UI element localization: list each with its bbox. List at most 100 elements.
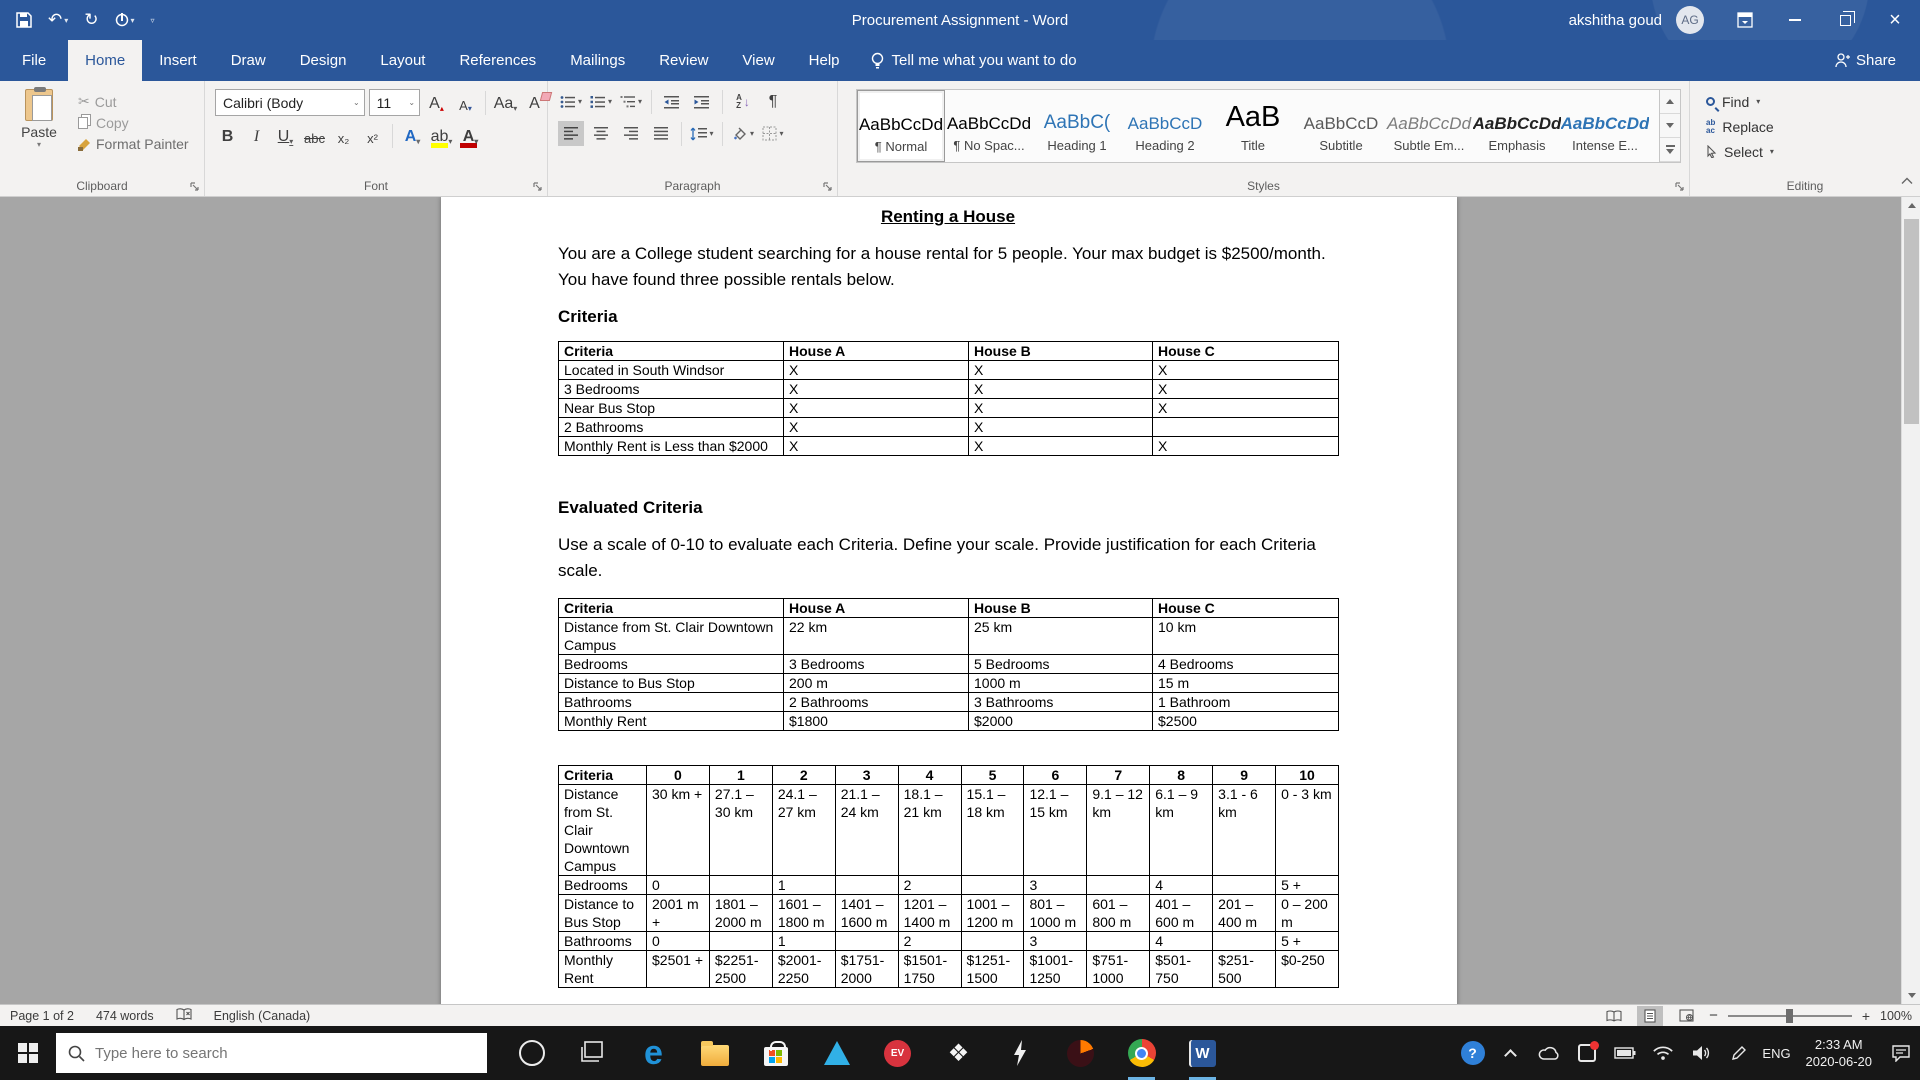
- align-center-button[interactable]: [588, 121, 614, 146]
- touch-mode-icon[interactable]: ▾: [115, 12, 135, 28]
- collapse-ribbon-icon[interactable]: [1901, 172, 1913, 190]
- start-button[interactable]: [0, 1026, 56, 1080]
- print-layout-icon[interactable]: [1637, 1005, 1664, 1026]
- paragraph-dialog-launcher-icon[interactable]: [823, 182, 833, 192]
- font-color-button[interactable]: A ▾: [458, 123, 483, 148]
- customize-qat-icon[interactable]: ▿: [151, 16, 155, 25]
- action-center-button[interactable]: [1882, 1026, 1920, 1080]
- zoom-in-button[interactable]: +: [1862, 1008, 1870, 1024]
- borders-button[interactable]: ▾: [760, 121, 786, 146]
- tab-help[interactable]: Help: [792, 40, 857, 81]
- style-normal[interactable]: AaBbCcDd ¶ Normal: [857, 90, 945, 162]
- scrollbar-thumb[interactable]: [1904, 219, 1919, 424]
- font-dialog-launcher-icon[interactable]: [533, 182, 543, 192]
- increase-indent-button[interactable]: [689, 89, 715, 114]
- volume-button[interactable]: [1682, 1026, 1720, 1080]
- notification-app-button[interactable]: [1568, 1026, 1606, 1080]
- task-view-button[interactable]: [562, 1026, 623, 1080]
- style-heading-2[interactable]: AaBbCcD Heading 2: [1121, 90, 1209, 162]
- language-button[interactable]: ENG: [1758, 1026, 1796, 1080]
- tab-view[interactable]: View: [725, 40, 791, 81]
- cut-button[interactable]: ✂ Cut: [78, 93, 189, 110]
- proofing-icon[interactable]: [176, 1007, 192, 1024]
- edge-button[interactable]: e: [623, 1026, 684, 1080]
- dark-app-button[interactable]: [1050, 1026, 1111, 1080]
- search-input[interactable]: [95, 1044, 435, 1062]
- styles-scroll-up-icon[interactable]: [1660, 90, 1680, 114]
- word-count[interactable]: 474 words: [96, 1009, 154, 1023]
- share-button[interactable]: Share: [1811, 40, 1920, 81]
- store-button[interactable]: [745, 1026, 806, 1080]
- read-mode-icon[interactable]: [1601, 1006, 1627, 1026]
- replace-button[interactable]: ab ac Replace: [1706, 114, 1920, 139]
- change-case-button[interactable]: Aa ▾: [493, 90, 518, 115]
- clear-formatting-button[interactable]: A: [522, 90, 547, 115]
- save-icon[interactable]: [16, 12, 32, 28]
- select-button[interactable]: Select ▾: [1706, 139, 1920, 164]
- expressvpn-button[interactable]: EV: [867, 1026, 928, 1080]
- scroll-up-icon[interactable]: [1902, 197, 1920, 214]
- tab-design[interactable]: Design: [283, 40, 364, 81]
- wifi-button[interactable]: [1644, 1026, 1682, 1080]
- language-indicator[interactable]: English (Canada): [214, 1009, 311, 1023]
- sort-button[interactable]: A Z ↓: [730, 89, 756, 114]
- text-highlight-button[interactable]: ab ▾: [429, 123, 454, 148]
- battery-button[interactable]: [1606, 1026, 1644, 1080]
- justify-button[interactable]: [648, 121, 674, 146]
- tab-home[interactable]: Home: [68, 40, 143, 81]
- undo-icon[interactable]: ↶ ▾: [48, 10, 68, 30]
- zoom-slider-handle[interactable]: [1785, 1008, 1793, 1023]
- cortana-button[interactable]: [501, 1026, 562, 1080]
- font-name-combo[interactable]: Calibri (Body ⌄: [215, 89, 365, 116]
- style-heading-1[interactable]: AaBbC(Heading 1: [1033, 90, 1121, 162]
- ribbon-display-options-icon[interactable]: [1720, 0, 1770, 40]
- scroll-down-icon[interactable]: [1902, 987, 1920, 1004]
- line-spacing-button[interactable]: ▾: [689, 121, 715, 146]
- minimize-button[interactable]: [1770, 0, 1820, 40]
- numbered-list-button[interactable]: ▾: [588, 89, 614, 114]
- clipboard-dialog-launcher-icon[interactable]: [190, 182, 200, 192]
- show-hide-marks-button[interactable]: ¶: [760, 89, 786, 114]
- restore-button[interactable]: [1820, 0, 1870, 40]
- dropbox-button[interactable]: ❖: [928, 1026, 989, 1080]
- tab-draw[interactable]: Draw: [214, 40, 283, 81]
- shrink-font-button[interactable]: A ▾: [453, 90, 478, 115]
- page-indicator[interactable]: Page 1 of 2: [10, 1009, 74, 1023]
- style-intense-emphasis[interactable]: AaBbCcDd Intense E...: [1561, 90, 1649, 162]
- close-button[interactable]: ×: [1870, 0, 1920, 40]
- shading-button[interactable]: ▾: [730, 121, 756, 146]
- zoom-out-button[interactable]: −: [1709, 1007, 1718, 1024]
- taskbar-search[interactable]: [56, 1033, 487, 1073]
- tell-me-box[interactable]: Tell me what you want to do: [871, 40, 1077, 81]
- font-size-combo[interactable]: 11 ⌄: [368, 89, 421, 116]
- web-layout-icon[interactable]: [1673, 1006, 1699, 1026]
- bullet-list-button[interactable]: ▾: [558, 89, 584, 114]
- superscript-button[interactable]: x²: [360, 123, 385, 148]
- styles-scroll-down-icon[interactable]: [1660, 114, 1680, 138]
- redo-icon[interactable]: ↻: [84, 10, 98, 30]
- word-button[interactable]: W: [1172, 1026, 1233, 1080]
- multilevel-list-button[interactable]: ▾: [618, 89, 644, 114]
- format-painter-button[interactable]: Format Painter: [78, 136, 189, 152]
- copy-button[interactable]: Copy: [78, 115, 189, 131]
- chrome-button[interactable]: [1111, 1026, 1172, 1080]
- clock[interactable]: 2:33 AM 2020-06-20: [1796, 1036, 1883, 1070]
- find-button[interactable]: Find ▾: [1706, 89, 1920, 114]
- zoom-slider[interactable]: [1727, 1008, 1852, 1023]
- styles-dialog-launcher-icon[interactable]: [1675, 182, 1685, 192]
- style-subtle-emphasis[interactable]: AaBbCcDd Subtle Em...: [1385, 90, 1473, 162]
- bold-button[interactable]: B: [215, 123, 240, 148]
- grow-font-button[interactable]: A ▴: [424, 90, 449, 115]
- silhouette-button[interactable]: [989, 1026, 1050, 1080]
- style-emphasis[interactable]: AaBbCcDd Emphasis: [1473, 90, 1561, 162]
- align-left-button[interactable]: [558, 121, 584, 146]
- style-subtitle[interactable]: AaBbCcD Subtitle: [1297, 90, 1385, 162]
- tab-file[interactable]: File: [0, 40, 68, 81]
- subscript-button[interactable]: x₂: [331, 123, 356, 148]
- hidden-icons-button[interactable]: [1492, 1026, 1530, 1080]
- style-title[interactable]: AaB Title: [1209, 90, 1297, 162]
- vertical-scrollbar[interactable]: [1901, 197, 1920, 1004]
- decrease-indent-button[interactable]: [659, 89, 685, 114]
- italic-button[interactable]: I: [244, 123, 269, 148]
- avatar[interactable]: AG: [1676, 6, 1704, 34]
